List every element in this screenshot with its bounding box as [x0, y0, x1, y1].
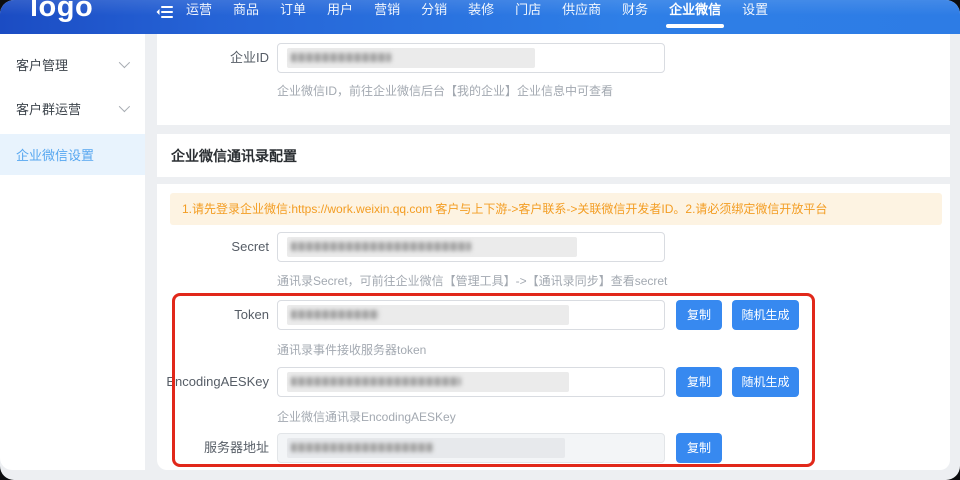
secret-label: Secret: [157, 232, 269, 262]
corp-id-help: 企业微信ID，前往企业微信后台【我的企业】企业信息中可查看: [277, 82, 613, 99]
sidebar-item-wecom-settings[interactable]: 企业微信设置: [0, 134, 145, 175]
sidebar-item-label: 客户管理: [16, 55, 68, 74]
nav-item-products[interactable]: 商品: [233, 2, 259, 17]
logo: logo: [30, 0, 93, 24]
redacted-value: [287, 305, 569, 325]
token-random-generate-button[interactable]: 随机生成: [732, 300, 799, 330]
chevron-down-icon: [119, 57, 130, 68]
redacted-value: [287, 48, 535, 68]
nav-item-operations[interactable]: 运营: [186, 2, 212, 17]
section-title: 企业微信通讯录配置: [171, 146, 297, 166]
nav-menu: 运营 商品 订单 用户 营销 分销 装修 门店 供应商 财务 企业微信 设置: [186, 2, 768, 17]
corp-id-card: 企业ID 企业微信ID，前往企业微信后台【我的企业】企业信息中可查看: [157, 34, 950, 125]
sidebar-item-customer-management[interactable]: 客户管理: [0, 42, 145, 86]
contacts-config-card: 1.请先登录企业微信:https://work.weixin.qq.com 客户…: [157, 184, 950, 470]
server-url-input: [277, 433, 665, 463]
secret-input[interactable]: [277, 232, 665, 262]
warning-notice: 1.请先登录企业微信:https://work.weixin.qq.com 客户…: [170, 193, 942, 225]
chevron-down-icon: [119, 101, 130, 112]
nav-item-settings[interactable]: 设置: [742, 2, 768, 17]
encoding-aes-key-help: 企业微信通讯录EncodingAESKey: [277, 408, 456, 425]
secret-help: 通讯录Secret，可前往企业微信【管理工具】->【通讯录同步】查看secret: [277, 272, 667, 289]
sidebar-item-customer-group-operations[interactable]: 客户群运营: [0, 86, 145, 130]
redacted-value: [287, 438, 565, 458]
server-url-label: 服务器地址: [157, 433, 269, 463]
encoding-aes-key-input[interactable]: [277, 367, 665, 397]
redacted-value: [287, 237, 577, 257]
nav-item-distribution[interactable]: 分销: [421, 2, 447, 17]
sidebar: 客户管理 客户群运营 企业微信设置: [0, 34, 145, 470]
encoding-aes-key-label: EncodingAESKey: [157, 367, 269, 397]
token-help: 通讯录事件接收服务器token: [277, 341, 426, 358]
section-header-card: 企业微信通讯录配置: [157, 134, 950, 177]
app-window: logo 运营 商品 订单 用户 营销 分销 装修 门店 供应商 财务 企业微信…: [0, 0, 960, 480]
nav-item-finance[interactable]: 财务: [622, 2, 648, 17]
nav-item-suppliers[interactable]: 供应商: [562, 2, 601, 17]
server-url-copy-button[interactable]: 复制: [676, 433, 722, 463]
nav-item-orders[interactable]: 订单: [280, 2, 306, 17]
redacted-value: [287, 372, 569, 392]
nav-item-stores[interactable]: 门店: [515, 2, 541, 17]
collapse-menu-icon[interactable]: [156, 4, 174, 20]
corp-id-label: 企业ID: [157, 43, 269, 73]
aes-random-generate-button[interactable]: 随机生成: [732, 367, 799, 397]
token-copy-button[interactable]: 复制: [676, 300, 722, 330]
top-navbar: logo 运营 商品 订单 用户 营销 分销 装修 门店 供应商 财务 企业微信…: [0, 0, 960, 34]
aes-copy-button[interactable]: 复制: [676, 367, 722, 397]
token-label: Token: [157, 300, 269, 330]
nav-item-marketing[interactable]: 营销: [374, 2, 400, 17]
nav-item-wecom[interactable]: 企业微信: [669, 2, 721, 17]
nav-item-decoration[interactable]: 装修: [468, 2, 494, 17]
sidebar-item-label: 客户群运营: [16, 99, 81, 118]
corp-id-input[interactable]: [277, 43, 665, 73]
token-input[interactable]: [277, 300, 665, 330]
sidebar-item-label: 企业微信设置: [16, 145, 94, 164]
nav-item-users[interactable]: 用户: [327, 2, 353, 17]
